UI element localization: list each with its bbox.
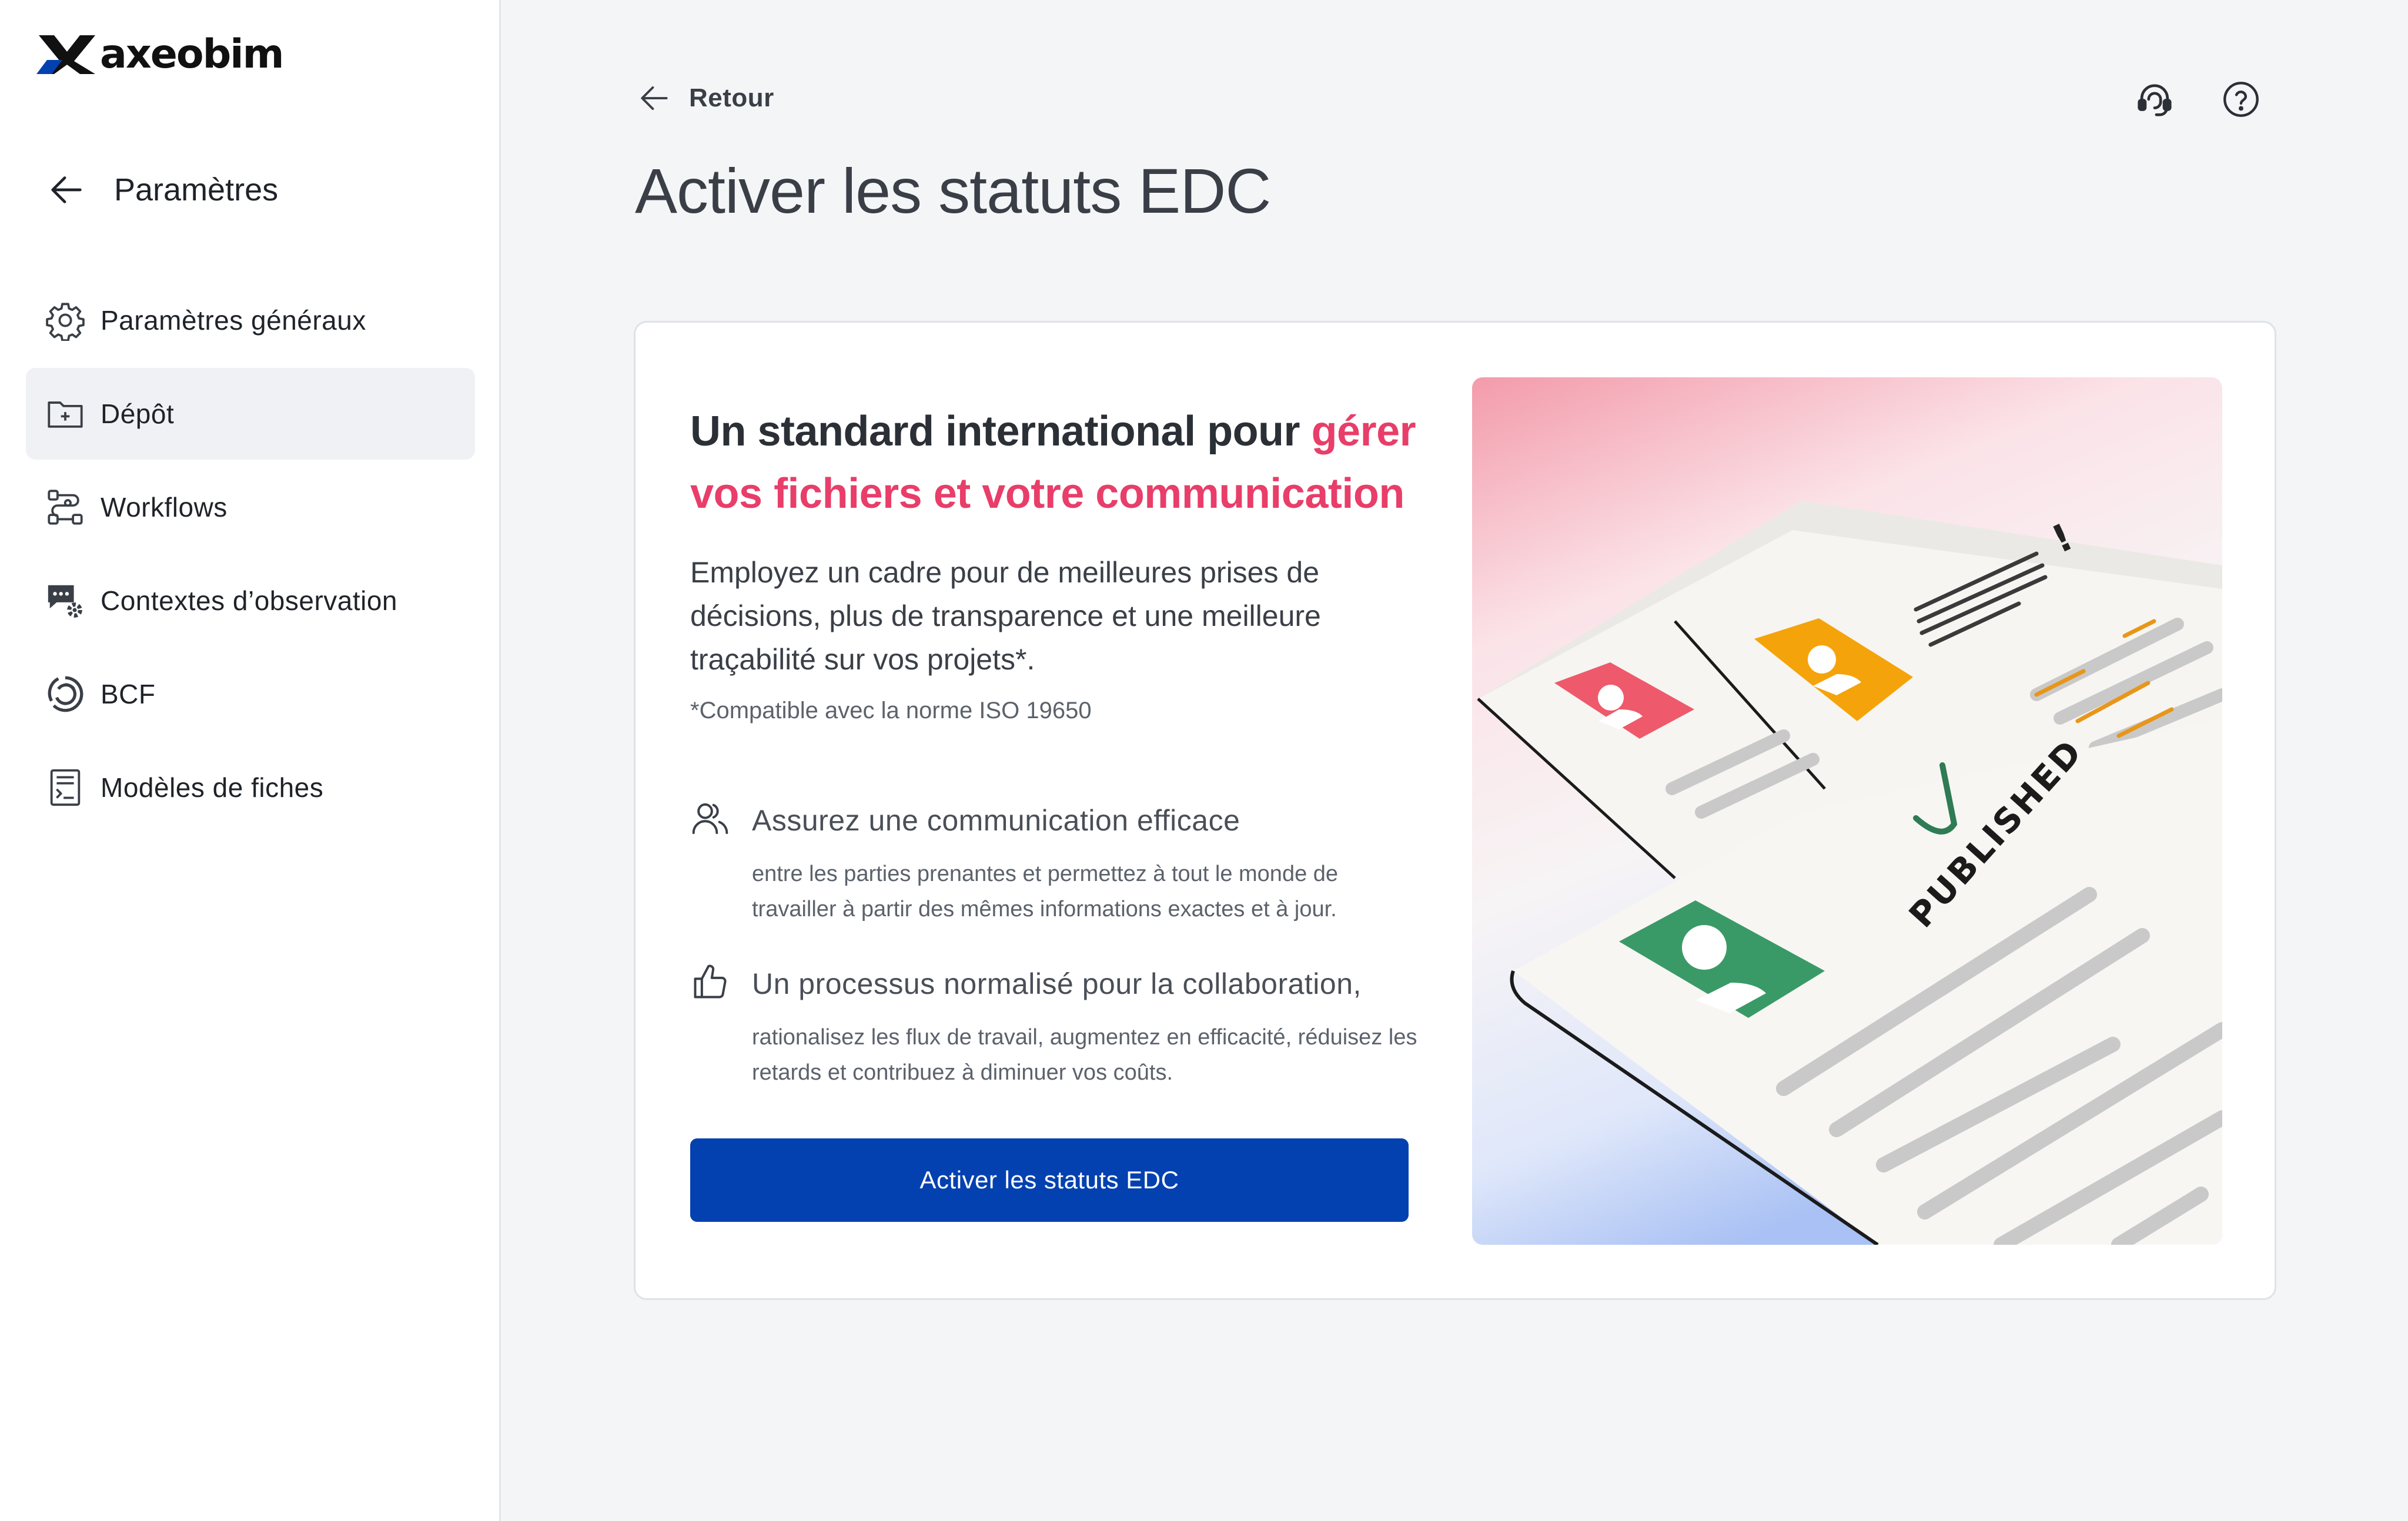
feature-title: Assurez une communication efficace	[752, 804, 1240, 837]
support-button[interactable]	[2134, 79, 2175, 120]
back-to-settings-label: Paramètres	[114, 172, 279, 207]
sidebar-item-label: Modèles de fiches	[101, 772, 324, 803]
sidebar-item-label: BCF	[101, 679, 156, 709]
sidebar-item-parametres-generaux[interactable]: Paramètres généraux	[26, 274, 475, 366]
sidebar-item-bcf[interactable]: BCF	[26, 648, 475, 740]
users-icon	[692, 803, 728, 835]
help-circle-icon	[2223, 82, 2259, 117]
back-label: Retour	[689, 83, 774, 112]
arrow-left-icon	[641, 86, 668, 110]
document-workflow-illustration: ! PUBLISHED	[1472, 377, 2222, 1245]
sidebar-item-workflows[interactable]: Workflows	[26, 461, 475, 553]
edc-illustration: ! PUBLISHED	[1472, 377, 2222, 1245]
form-template-icon	[50, 769, 81, 806]
app-root: axeobim Paramètres Paramètres généraux D…	[0, 0, 2408, 1521]
feature-title: Un processus normalisé pour la collabora…	[752, 967, 1362, 1000]
gear-icon	[46, 303, 85, 341]
sidebar-item-modeles-fiches[interactable]: Modèles de fiches	[26, 742, 475, 833]
card-lead-text: Employez un cadre pour de meilleures pri…	[690, 556, 1321, 676]
card-headline: Un standard international pour gérer vos…	[690, 400, 1419, 525]
app-logo[interactable]: axeobim	[36, 31, 284, 78]
brand-name: axeobim	[100, 31, 284, 78]
iso-footnote: *Compatible avec la norme ISO 19650	[690, 698, 1092, 723]
edc-activation-card: Un standard international pour gérer vos…	[634, 321, 2276, 1300]
activate-edc-button[interactable]: Activer les statuts EDC	[690, 1138, 1409, 1222]
sidebar: axeobim Paramètres Paramètres généraux D…	[0, 0, 501, 1521]
chat-settings-icon	[48, 585, 82, 618]
sidebar-item-depot[interactable]: Dépôt	[26, 368, 475, 460]
thumbs-up-icon	[694, 964, 727, 999]
help-button[interactable]	[2220, 79, 2262, 120]
sidebar-item-label: Workflows	[101, 492, 228, 522]
headset-icon	[2138, 84, 2172, 116]
axeobim-logo-mark-icon	[36, 35, 95, 74]
sidebar-item-contextes-observation[interactable]: Contextes d’observation	[26, 555, 475, 646]
folder-plus-icon	[48, 401, 83, 428]
feature-description: entre les parties prenantes et permettez…	[752, 862, 1339, 922]
back-to-settings-button[interactable]: Paramètres	[46, 169, 278, 210]
sidebar-item-label: Dépôt	[101, 398, 175, 429]
arrow-left-icon	[51, 176, 82, 203]
sidebar-item-label: Paramètres généraux	[101, 305, 366, 336]
feature-description: rationalisez les flux de travail, augmen…	[752, 1025, 1417, 1085]
back-button[interactable]: Retour	[636, 80, 774, 116]
page-title: Activer les statuts EDC	[635, 155, 1271, 226]
headline-plain: Un standard international pour	[690, 408, 1312, 455]
bcf-icon	[48, 676, 83, 712]
sidebar-item-label: Contextes d’observation	[101, 585, 398, 616]
workflow-icon	[48, 490, 83, 525]
